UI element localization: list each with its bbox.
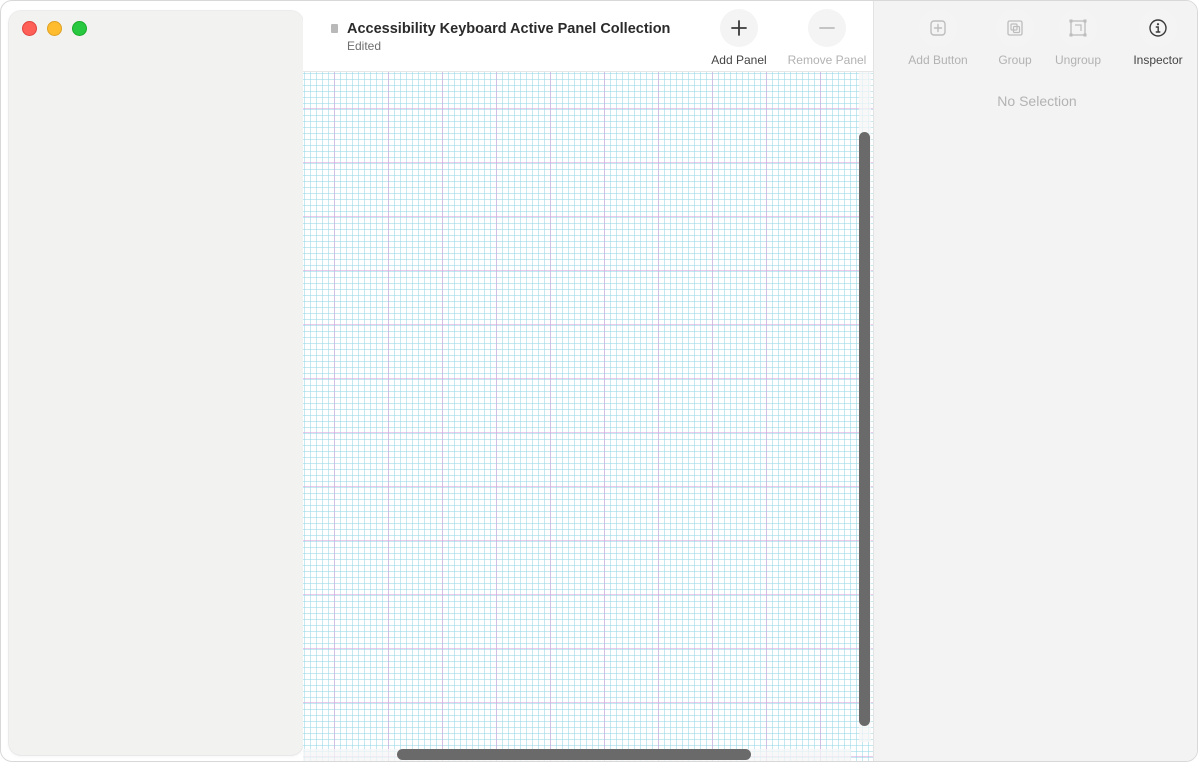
toolbar: Accessibility Keyboard Active Panel Coll…	[303, 1, 873, 72]
close-button[interactable]	[22, 21, 37, 36]
add-button-button[interactable]: Add Button	[898, 9, 978, 67]
vertical-scrollbar-thumb[interactable]	[859, 132, 870, 726]
app-window: Accessibility Keyboard Active Panel Coll…	[0, 0, 1198, 762]
inspector-pane: Add Button Group Ungroup Inspector No Se…	[873, 1, 1197, 761]
document-status: Edited	[347, 39, 382, 53]
inspector-label: Inspector	[1133, 53, 1183, 67]
minus-icon	[819, 27, 835, 29]
inspector-button[interactable]: Inspector	[1118, 9, 1197, 67]
zoom-button[interactable]	[72, 21, 87, 36]
horizontal-scrollbar-thumb[interactable]	[397, 749, 751, 760]
remove-panel-circle	[808, 9, 846, 47]
group-circle	[996, 9, 1034, 47]
plus-icon	[731, 20, 747, 36]
add-panel-label: Add Panel	[711, 53, 767, 67]
ungroup-icon	[1069, 19, 1087, 37]
panel-canvas[interactable]	[303, 72, 873, 761]
ungroup-label: Ungroup	[1054, 53, 1102, 67]
add-panel-button[interactable]: Add Panel	[689, 9, 789, 69]
minimize-button[interactable]	[47, 21, 62, 36]
plus-square-icon	[930, 20, 946, 36]
group-icon	[1007, 20, 1023, 36]
ungroup-circle	[1059, 9, 1097, 47]
inspector-circle	[1139, 9, 1177, 47]
document-title[interactable]: Accessibility Keyboard Active Panel Coll…	[347, 21, 670, 37]
remove-panel-label: Remove Panel	[787, 53, 867, 67]
add-button-circle	[919, 9, 957, 47]
ungroup-button[interactable]: Ungroup	[1038, 9, 1118, 67]
info-icon	[1149, 19, 1167, 37]
remove-panel-button[interactable]: Remove Panel	[777, 9, 877, 69]
sidebar	[9, 11, 303, 755]
no-selection-text: No Selection	[997, 93, 1077, 109]
add-panel-circle	[720, 9, 758, 47]
document-icon	[331, 24, 338, 33]
add-button-label: Add Button	[908, 53, 968, 67]
